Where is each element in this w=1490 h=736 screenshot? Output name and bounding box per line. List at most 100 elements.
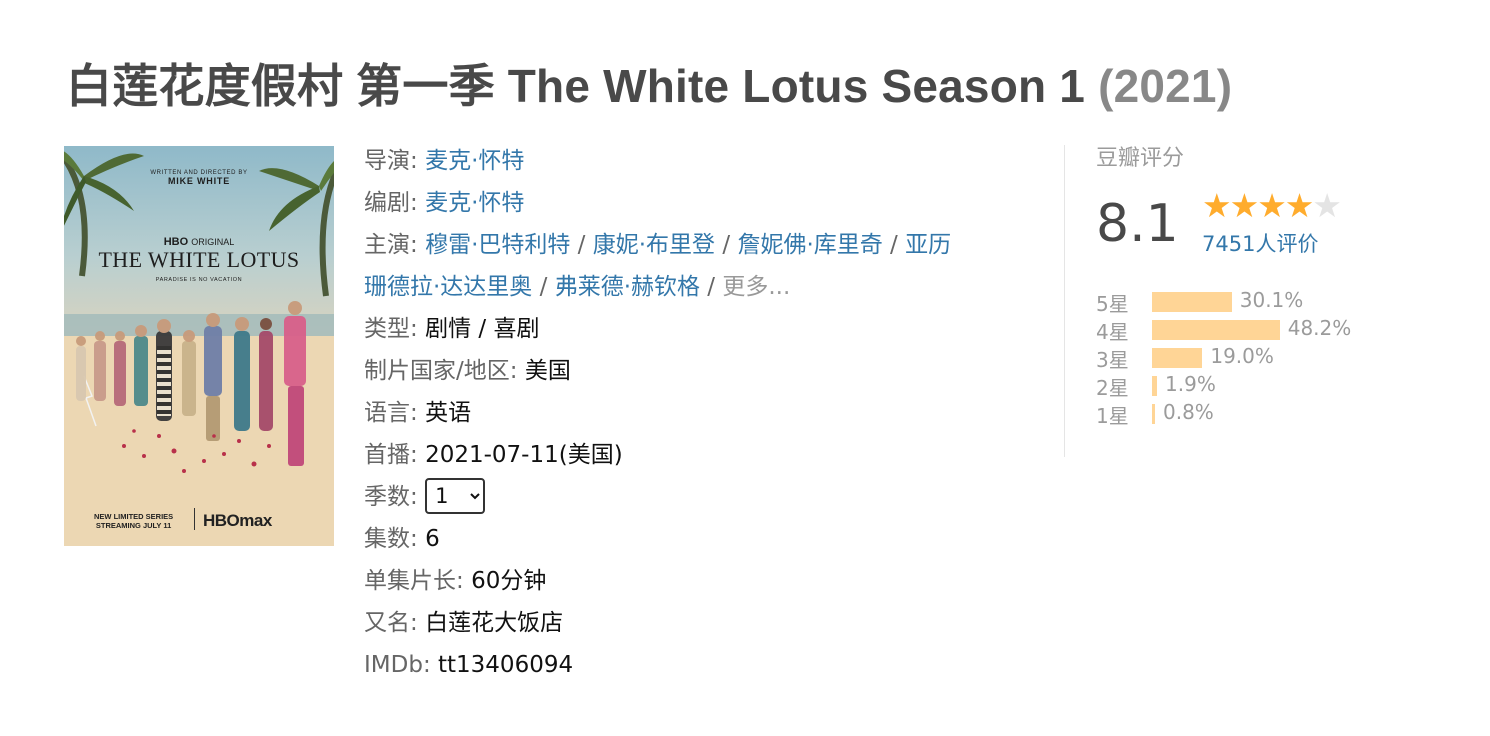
runtime-row: 单集片长: 60分钟	[364, 560, 1024, 602]
colon: :	[410, 484, 426, 510]
star-icon: ★	[1202, 186, 1232, 225]
separator: /	[715, 232, 738, 258]
colon: :	[410, 148, 426, 174]
rating-row-label: 3星	[1096, 348, 1129, 372]
separator: /	[570, 232, 593, 258]
cast-link[interactable]: 珊德拉·达达里奥	[364, 274, 532, 300]
aka-row: 又名: 白莲花大饭店	[364, 602, 1024, 644]
premiere-value: 2021-07-11(美国)	[425, 442, 623, 468]
rating-bar	[1152, 404, 1155, 424]
cast-more-link[interactable]: 更多...	[722, 274, 790, 300]
runtime-value: 60分钟	[471, 568, 547, 594]
rating-row-percent: 0.8%	[1163, 400, 1214, 424]
poster-show-name: THE WHITE LOTUS	[98, 247, 300, 272]
genre-row: 类型: 剧情 / 喜剧	[364, 308, 1024, 350]
imdb-label: IMDb	[364, 652, 423, 678]
separator: /	[471, 316, 494, 342]
poster-series-line1: NEW LIMITED SERIES	[94, 512, 174, 521]
colon: :	[410, 190, 426, 216]
language-value: 英语	[425, 400, 472, 426]
episodes-value: 6	[425, 526, 440, 552]
director-link[interactable]: 麦克·怀特	[425, 148, 524, 174]
star-icon: ★	[1229, 186, 1260, 225]
separator: /	[700, 274, 723, 300]
poster-tagline: PARADISE IS NO VACATION	[155, 277, 243, 283]
rating-count-link[interactable]: 7451人评价	[1202, 228, 1318, 258]
rating-divider	[1064, 145, 1065, 457]
colon: :	[509, 358, 525, 384]
colon: :	[410, 316, 426, 342]
cast-label: 主演	[364, 232, 410, 258]
rating-distribution: 5星 30.1% 4星 48.2% 3星 19.0% 2星 1.9% 1星 0.…	[1096, 288, 1396, 428]
language-label: 语言	[364, 400, 410, 426]
cast-link[interactable]: 弗莱德·赫钦格	[555, 274, 700, 300]
aka-value: 白莲花大饭店	[425, 610, 564, 636]
info-panel: 导演: 麦克·怀特 编剧: 麦克·怀特 主演: 穆雷·巴特利特 / 康妮·布里登…	[364, 140, 1024, 686]
genre-value: 喜剧	[493, 316, 540, 342]
director-label: 导演	[364, 148, 410, 174]
rating-bar	[1152, 348, 1203, 368]
star-icon: ★	[1284, 186, 1315, 225]
director-row: 导演: 麦克·怀特	[364, 140, 1024, 182]
separator: /	[532, 274, 555, 300]
rating-panel: 豆瓣评分 8.1 ★★★★★ 7451人评价 5星 30.1% 4星 48.2%…	[1096, 140, 1396, 428]
poster-artwork	[64, 151, 334, 546]
hbomax-logo: HBOmax	[203, 511, 272, 530]
language-row: 语言: 英语	[364, 392, 1024, 434]
star-icon: ★	[1257, 186, 1287, 225]
poster-image[interactable]: WRITTEN AND DIRECTED BY MIKE WHITE HBO O…	[64, 146, 334, 546]
rating-bar	[1152, 320, 1280, 340]
rating-row: 2星 1.9%	[1096, 372, 1396, 400]
imdb-row: IMDb: tt13406094	[364, 644, 1024, 686]
genre-label: 类型	[364, 316, 410, 342]
season-select[interactable]: 1	[425, 477, 486, 514]
genre-value: 剧情	[425, 316, 472, 342]
episodes-label: 集数	[364, 526, 410, 552]
cast-link[interactable]: 亚历	[905, 232, 951, 258]
page-title: 白莲花度假村 第一季 The White Lotus Season 1 (202…	[66, 50, 1232, 116]
country-value: 美国	[524, 358, 571, 384]
title-year: (2021)	[1098, 60, 1233, 112]
premiere-row: 首播: 2021-07-11(美国)	[364, 434, 1024, 476]
rating-row: 5星 30.1%	[1096, 288, 1396, 316]
season-label: 季数	[364, 484, 410, 510]
poster-divider	[194, 508, 195, 530]
rating-row-percent: 48.2%	[1287, 316, 1352, 340]
rating-row: 4星 48.2%	[1096, 316, 1396, 344]
rating-row-percent: 1.9%	[1165, 372, 1216, 396]
writer-link[interactable]: 麦克·怀特	[425, 190, 524, 216]
cast-link[interactable]: 詹妮佛·库里奇	[737, 232, 882, 258]
colon: :	[422, 652, 438, 678]
poster-series-text: NEW LIMITED SERIES STREAMING JULY 11	[94, 512, 173, 530]
runtime-label: 单集片长	[364, 568, 456, 594]
poster-series-line2: STREAMING JULY 11	[95, 521, 172, 530]
rating-row: 1星 0.8%	[1096, 400, 1396, 428]
cast-link[interactable]: 穆雷·巴特利特	[425, 232, 570, 258]
rating-row-label: 1星	[1096, 404, 1129, 428]
writer-label: 编剧	[364, 190, 410, 216]
season-row: 季数: 1	[364, 476, 1024, 518]
imdb-value: tt13406094	[438, 652, 574, 678]
cast-row-continued: 珊德拉·达达里奥 / 弗莱德·赫钦格 / 更多...	[364, 266, 1024, 308]
episodes-row: 集数: 6	[364, 518, 1024, 560]
premiere-label: 首播	[364, 442, 410, 468]
writer-row: 编剧: 麦克·怀特	[364, 182, 1024, 224]
poster-director: MIKE WHITE	[168, 176, 230, 186]
rating-row-percent: 19.0%	[1210, 344, 1274, 368]
cast-link[interactable]: 康妮·布里登	[593, 232, 715, 258]
colon: :	[410, 610, 426, 636]
star-icon: ★	[1312, 186, 1342, 225]
country-row: 制片国家/地区: 美国	[364, 350, 1024, 392]
rating-row: 3星 19.0%	[1096, 344, 1396, 372]
cast-row: 主演: 穆雷·巴特利特 / 康妮·布里登 / 詹妮佛·库里奇 / 亚历	[364, 224, 1024, 266]
colon: :	[410, 232, 426, 258]
country-label: 制片国家/地区	[364, 358, 510, 384]
rating-row-label: 4星	[1096, 320, 1129, 344]
colon: :	[410, 442, 426, 468]
colon: :	[410, 400, 426, 426]
poster-network-sub: ORIGINAL	[191, 237, 235, 247]
colon: :	[456, 568, 472, 594]
rating-row-percent: 30.1%	[1239, 288, 1304, 312]
rating-row-label: 5星	[1096, 292, 1129, 316]
rating-score: 8.1	[1096, 194, 1179, 254]
